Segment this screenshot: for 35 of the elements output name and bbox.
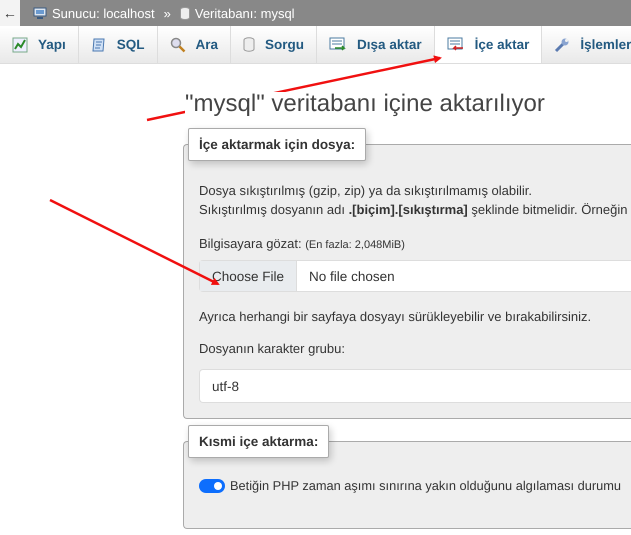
charset-select[interactable]: utf-8	[199, 369, 631, 403]
tab[interactable]: Dışa aktar	[317, 26, 435, 63]
scroll-icon	[90, 36, 107, 52]
help-text: Dosya sıkıştırılmış (gzip, zip) ya da sıkıştırılmamış olabilir.	[199, 182, 534, 200]
section-legend: İçe aktarmak için dosya:	[188, 128, 366, 161]
structure-icon	[12, 36, 28, 52]
database-link[interactable]: Veritabanı: mysql	[194, 6, 295, 20]
database-icon	[180, 6, 190, 20]
server-icon	[33, 6, 47, 20]
drag-note: Ayrıca herhangi bir sayfaya dosyayı sürükleyebilir ve bırakabilirsiniz.	[199, 309, 592, 324]
separator: »	[164, 6, 171, 20]
tab[interactable]: Sorgu	[231, 26, 318, 63]
browse-label: Bilgisayara gözat:	[199, 236, 302, 251]
tab[interactable]: İçe aktar	[434, 26, 542, 63]
toggle-label: Betiğin PHP zaman aşımı sınırına yakın olduğunu algılaması durumu	[230, 478, 621, 493]
tab[interactable]: SQL	[78, 26, 158, 63]
tab[interactable]: Ara	[158, 26, 232, 63]
tab[interactable]: Yapı	[0, 26, 79, 63]
tab[interactable]: İşlemler	[542, 26, 631, 63]
size-limit: (En fazla: 2,048MiB)	[305, 239, 405, 251]
section-legend: Kısmi içe aktarma:	[188, 425, 330, 458]
page-title: "mysql" veritabanı içine aktarılıyor	[185, 92, 545, 116]
toggle-switch[interactable]	[199, 478, 225, 492]
back-button[interactable]: ←	[0, 0, 20, 26]
wrench-icon	[554, 36, 570, 52]
server-link[interactable]: Sunucu: localhost	[52, 6, 155, 20]
export-icon	[329, 37, 348, 52]
choose-file-button[interactable]: Choose File	[200, 261, 298, 291]
import-icon	[446, 37, 465, 52]
help-text: Sıkıştırılmış dosyanın adı .[biçim].[sıkıştırma] şeklinde bitmelidir. Örneğin	[199, 201, 628, 219]
file-input[interactable]: Choose File No file chosen	[199, 260, 631, 292]
file-status: No file chosen	[308, 268, 395, 286]
charset-label: Dosyanın karakter grubu:	[199, 341, 346, 356]
database-icon	[243, 37, 256, 52]
search-icon	[170, 36, 186, 52]
